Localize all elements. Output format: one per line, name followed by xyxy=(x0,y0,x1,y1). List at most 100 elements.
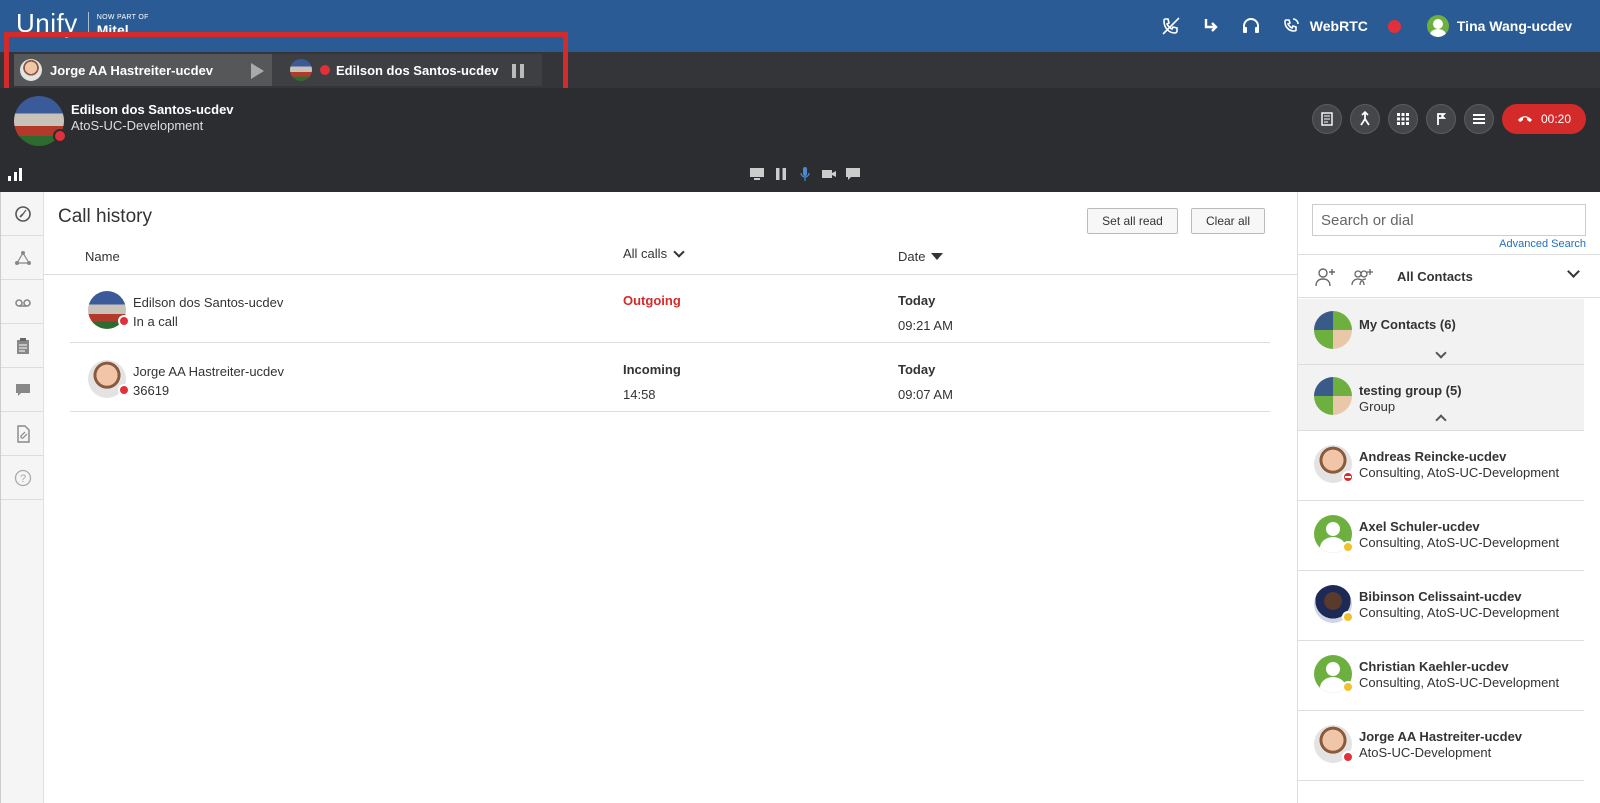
set-all-read-button[interactable]: Set all read xyxy=(1087,208,1178,234)
nav-call-history[interactable] xyxy=(1,192,44,236)
call-day: Today xyxy=(898,362,936,377)
hangup-button[interactable]: 00:20 xyxy=(1502,104,1586,134)
list-item[interactable]: Jorge AA Hastreiter-ucdev AtoS-UC-Develo… xyxy=(1298,711,1584,781)
pause-icon[interactable] xyxy=(772,166,790,182)
user-avatar[interactable] xyxy=(1426,15,1449,37)
microphone-icon[interactable] xyxy=(796,166,814,182)
voicemail-icon xyxy=(14,298,31,307)
list-item[interactable]: Andreas Reincke-ucdev Consulting, AtoS-U… xyxy=(1298,431,1584,501)
headset-icon[interactable] xyxy=(1238,13,1264,39)
call-history-panel: Call history Set all read Clear all Name… xyxy=(44,192,1298,803)
column-header-calls-filter[interactable]: All calls xyxy=(623,245,685,261)
column-header-name[interactable]: Name xyxy=(85,249,120,264)
status-badge xyxy=(1342,611,1354,623)
contact-name: Bibinson Celissaint-ucdev xyxy=(1359,589,1522,604)
avatar xyxy=(20,59,42,81)
row-name[interactable]: Jorge AA Hastreiter-ucdev xyxy=(133,364,284,379)
contact-name: Axel Schuler-ucdev xyxy=(1359,519,1480,534)
group-avatar xyxy=(1314,311,1352,349)
top-bar: Unify NOW PART OF Mitel WebRTC Tina Wang… xyxy=(0,0,1600,52)
nav-chat[interactable] xyxy=(1,368,44,412)
logo-divider xyxy=(87,12,89,36)
transfer-icon xyxy=(1360,111,1370,126)
mitel-mark: NOW PART OF Mitel xyxy=(97,8,149,37)
list-item[interactable]: Bibinson Celissaint-ucdev Consulting, At… xyxy=(1298,571,1584,641)
group-my-contacts[interactable]: My Contacts (6) xyxy=(1298,299,1584,365)
list-item[interactable]: Christian Kaehler-ucdev Consulting, AtoS… xyxy=(1298,641,1584,711)
webrtc-phone-icon[interactable] xyxy=(1278,13,1304,39)
resume-play-icon[interactable] xyxy=(251,63,264,79)
list-item[interactable]: Axel Schuler-ucdev Consulting, AtoS-UC-D… xyxy=(1298,501,1584,571)
paperclip-document-icon xyxy=(16,424,30,443)
contact-org: Consulting, AtoS-UC-Development xyxy=(1359,675,1560,690)
group-name: testing group (5) xyxy=(1359,383,1462,398)
call-tab-held[interactable]: Jorge AA Hastreiter-ucdev xyxy=(14,54,272,86)
status-badge xyxy=(118,315,130,327)
group-testing-group[interactable]: testing group (5) Group xyxy=(1298,365,1584,431)
menu-icon xyxy=(1473,114,1485,124)
call-tab-active[interactable]: Edilson dos Santos-ucdev xyxy=(272,54,542,86)
signal-strength-icon[interactable] xyxy=(8,168,22,181)
contact-name: Andreas Reincke-ucdev xyxy=(1359,449,1507,464)
top-toolbar: WebRTC Tina Wang-ucdev xyxy=(1144,13,1572,39)
table-row[interactable]: Edilson dos Santos-ucdev In a call Outgo… xyxy=(70,275,1270,343)
row-subtext: 36619 xyxy=(133,383,170,398)
left-navigation: ? xyxy=(0,192,44,803)
status-badge xyxy=(1342,541,1354,553)
caller-org: AtoS-UC-Development xyxy=(71,118,204,133)
contact-name: Jorge AA Hastreiter-ucdev xyxy=(1359,729,1523,744)
add-contact-icon[interactable] xyxy=(1314,267,1338,287)
clear-all-button[interactable]: Clear all xyxy=(1191,208,1265,234)
notes-button[interactable] xyxy=(1312,104,1342,134)
group-type: Group xyxy=(1359,399,1396,414)
chat-bubble-icon[interactable] xyxy=(844,166,862,182)
phone-off-icon[interactable] xyxy=(1158,13,1184,39)
group-name: My Contacts (6) xyxy=(1359,317,1456,332)
call-time: 09:07 AM xyxy=(898,387,953,402)
call-forward-icon[interactable] xyxy=(1198,13,1224,39)
recording-dot-icon[interactable] xyxy=(1387,19,1401,33)
clipboard-icon xyxy=(16,337,29,354)
status-badge xyxy=(1342,681,1354,693)
caller-name: Edilson dos Santos-ucdev xyxy=(71,102,234,117)
call-timer: 00:20 xyxy=(1540,112,1572,126)
row-name[interactable]: Edilson dos Santos-ucdev xyxy=(133,295,283,310)
caller-status-badge xyxy=(53,129,67,143)
media-bar xyxy=(0,156,1600,192)
dialpad-button[interactable] xyxy=(1388,104,1418,134)
help-icon: ? xyxy=(14,469,31,486)
nav-voicemail[interactable] xyxy=(1,280,44,324)
mitel-text: Mitel xyxy=(96,22,129,38)
contacts-filter-label[interactable]: All Contacts xyxy=(1397,269,1473,284)
screen-share-icon[interactable] xyxy=(748,166,766,182)
user-name[interactable]: Tina Wang-ucdev xyxy=(1457,18,1572,34)
chevron-down-icon[interactable] xyxy=(1567,265,1580,278)
advanced-search-link[interactable]: Advanced Search xyxy=(1499,238,1586,250)
nav-help[interactable]: ? xyxy=(1,456,44,500)
chevron-up-icon[interactable] xyxy=(1435,414,1447,426)
sort-down-icon xyxy=(931,253,944,260)
dialpad-icon xyxy=(1397,113,1409,125)
call-tab-name: Jorge AA Hastreiter-ucdev xyxy=(50,62,214,78)
add-group-icon[interactable] xyxy=(1351,267,1375,287)
notes-icon xyxy=(1321,112,1333,126)
date-label: Date xyxy=(898,249,926,264)
nav-attachments[interactable] xyxy=(1,412,44,456)
contact-name: Christian Kaehler-ucdev xyxy=(1359,659,1509,674)
webrtc-label[interactable]: WebRTC xyxy=(1310,18,1368,34)
nav-conferences[interactable] xyxy=(1,236,44,280)
search-input[interactable] xyxy=(1312,204,1586,236)
transfer-button[interactable] xyxy=(1350,104,1380,134)
table-row[interactable]: Jorge AA Hastreiter-ucdev 36619 Incoming… xyxy=(70,344,1270,412)
chat-icon xyxy=(15,383,30,396)
clock-icon xyxy=(14,205,31,222)
video-camera-icon[interactable] xyxy=(820,166,838,182)
call-tabs-strip: Jorge AA Hastreiter-ucdev Edilson dos Sa… xyxy=(0,52,1600,88)
page-title: Call history xyxy=(58,206,152,227)
column-header-date[interactable]: Date xyxy=(898,249,944,264)
menu-button[interactable] xyxy=(1464,104,1494,134)
forward-flag-button[interactable] xyxy=(1426,104,1456,134)
hold-pause-icon[interactable] xyxy=(512,64,524,78)
nav-tasks[interactable] xyxy=(1,324,44,368)
chevron-down-icon[interactable] xyxy=(1435,347,1447,359)
